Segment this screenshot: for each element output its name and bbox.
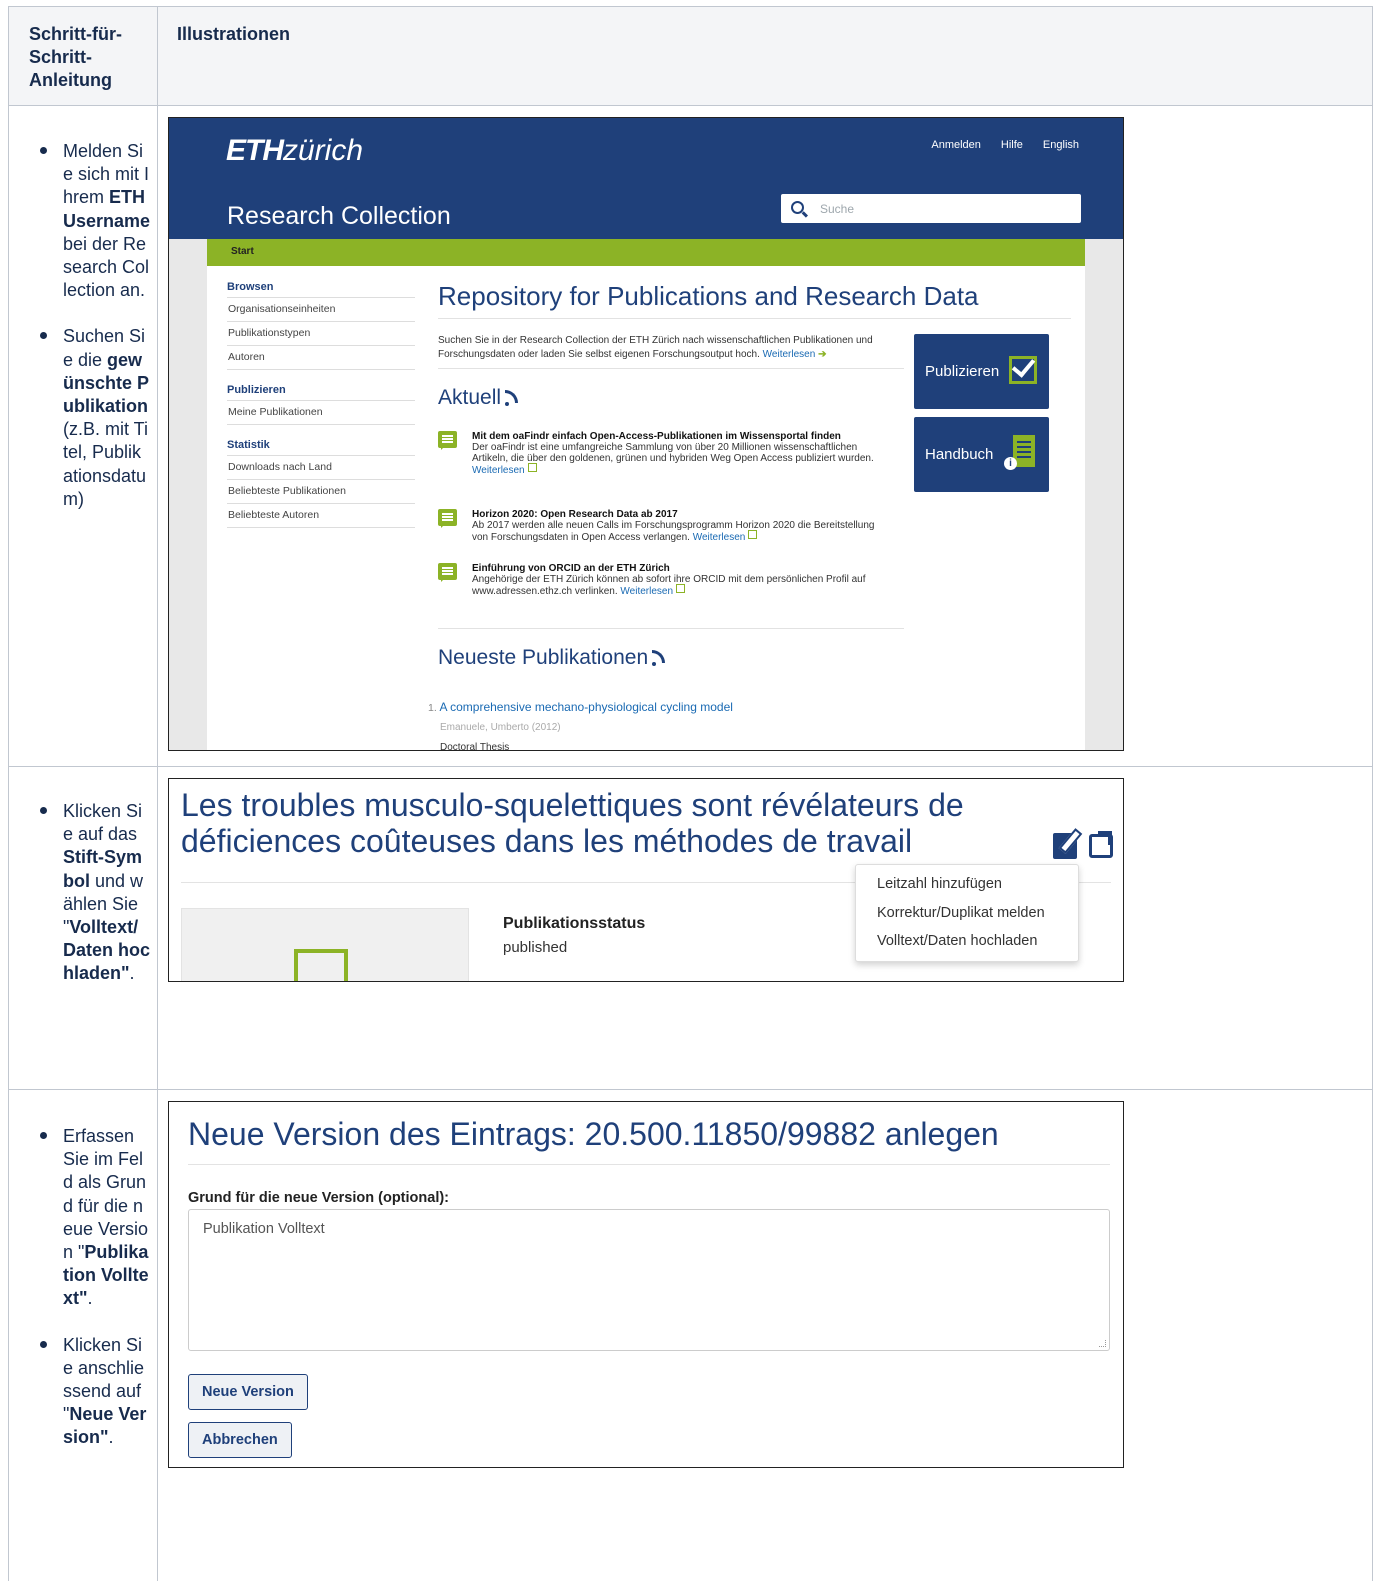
pencil-edit-icon[interactable] [1053,833,1077,859]
header-steps: Schritt-für-Schritt-Anleitung [29,24,122,90]
step-list: Erfassen Sie im Feld als Grund für die n… [21,1125,151,1450]
top-links: Anmelden Hilfe English [911,139,1079,151]
arrow-right-icon: ➔ [818,349,827,360]
menu-item-report-correction[interactable]: Korrektur/Duplikat melden [877,905,1045,921]
step-item: Erfassen Sie im Feld als Grund für die n… [40,1125,151,1311]
new-version-button[interactable]: Neue Version [188,1374,308,1410]
row-divider [9,1089,1372,1090]
intro-divider [438,368,904,369]
publication-item: 1. A comprehensive mechano-physiological… [428,700,733,751]
column-divider [157,7,158,1581]
sidebar-item[interactable]: Beliebteste Publikationen [227,480,415,504]
steps-cell-1: Melden Sie sich mit Ihrem ETH Username b… [21,140,151,511]
sidebar-item[interactable]: Beliebteste Autoren [227,504,415,528]
status-label: Publikationsstatus [503,915,646,932]
news-heading: Aktuell [438,386,521,410]
publication-meta: Emanuele, Umberto (2012) [440,722,561,733]
search-icon [791,201,804,214]
share-icon[interactable] [1089,831,1113,858]
sidebar-heading: Statistik [227,436,415,456]
sidebar-heading: Browsen [227,278,415,298]
language-link[interactable]: English [1043,139,1079,151]
rss-icon[interactable] [505,390,521,407]
rss-icon[interactable] [652,650,668,667]
sidebar-item[interactable]: Meine Publikationen [227,401,415,425]
title-divider [438,318,1071,319]
divider [188,1164,1110,1165]
sidebar: Browsen Organisationseinheiten Publikation… [227,278,415,528]
new-version-screenshot: Neue Version des Eintrags: 20.500.11850/… [168,1101,1124,1468]
external-link-icon [676,584,686,593]
checkbox-icon [1009,356,1037,384]
sidebar-item[interactable]: Organisationseinheiten [227,298,415,322]
search-placeholder: Suche [820,202,855,216]
sidebar-item[interactable]: Publikationstypen [227,322,415,346]
external-link-icon [527,463,537,472]
news-read-more-link[interactable]: Weiterlesen [472,465,525,476]
menu-item-add-number[interactable]: Leitzahl hinzufügen [877,876,1002,892]
research-collection-screenshot: ETHzürich Anmelden Hilfe English Research … [168,117,1124,751]
intro-read-more-link[interactable]: Weiterlesen [763,349,816,360]
reason-label: Grund für die neue Version (optional): [188,1190,450,1206]
publication-type: Doctoral Thesis [440,742,510,751]
step-item: Klicken Sie anschliessend auf "Neue Vers… [40,1334,151,1450]
step-item: Suchen Sie die gewünschte Publikation (z… [40,325,151,511]
steps-cell-3: Erfassen Sie im Feld als Grund für die n… [21,1125,151,1450]
step-list: Klicken Sie auf das Stift-Symbol und wäh… [21,800,151,986]
step-item: Klicken Sie auf das Stift-Symbol und wäh… [40,800,151,986]
eth-logo[interactable]: ETHzürich [226,134,363,168]
news-divider [438,628,904,629]
sidebar-item[interactable]: Autoren [227,346,415,370]
manual-button[interactable]: Handbuch [914,417,1049,492]
cancel-button[interactable]: Abbrechen [188,1422,292,1458]
step-item: Melden Sie sich mit Ihrem ETH Username b… [40,140,151,302]
breadcrumb-start[interactable]: Start [231,246,254,257]
row-divider [9,105,1372,106]
row-divider [9,766,1372,767]
news-read-more-link[interactable]: Weiterlesen [693,532,746,543]
help-link[interactable]: Hilfe [1001,139,1023,151]
search-input[interactable]: Suche [781,194,1081,223]
comment-icon [438,431,457,450]
comment-icon [438,509,457,528]
intro-text: Suchen Sie in der Research Collection de… [438,335,873,360]
publication-page-screenshot: Les troubles musculo-squelettiques sont … [168,778,1124,982]
publication-title: Les troubles musculo-squelettiques sont … [181,787,964,859]
status-value: published [503,939,568,956]
step-list: Melden Sie sich mit Ihrem ETH Username b… [21,140,151,511]
site-title[interactable]: Research Collection [227,202,451,231]
breadcrumb: Start [207,239,1085,266]
header-illustrations: Illustrationen [177,24,291,44]
publication-title-link[interactable]: A comprehensive mechano-physiological cy… [439,700,732,714]
form-title: Neue Version des Eintrags: 20.500.11850/… [188,1116,999,1152]
table-header-row [9,7,1372,105]
reason-textarea[interactable]: Publikation Volltext [188,1209,1110,1351]
publish-button[interactable]: Publizieren [914,334,1049,409]
menu-item-upload-fulltext[interactable]: Volltext/Daten hochladen [877,933,1037,949]
news-read-more-link[interactable]: Weiterlesen [620,586,673,597]
sidebar-item[interactable]: Downloads nach Land [227,456,415,480]
latest-publications-heading: Neueste Publikationen [438,646,668,670]
document-thumbnail[interactable] [181,908,469,981]
document-info-icon [1004,435,1035,470]
sidebar-heading: Publizieren [227,381,415,401]
steps-cell-2: Klicken Sie auf das Stift-Symbol und wäh… [21,800,151,986]
page-title: Repository for Publications and Research… [438,281,979,311]
login-link[interactable]: Anmelden [931,139,981,151]
comment-icon [438,563,457,582]
edit-dropdown-menu: Leitzahl hinzufügen Korrektur/Duplikat m… [855,864,1079,962]
external-link-icon [748,530,758,539]
